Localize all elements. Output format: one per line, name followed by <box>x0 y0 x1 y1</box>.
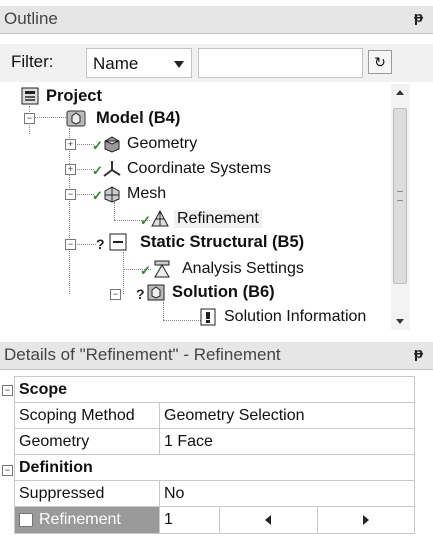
tree-label-geometry: Geometry <box>127 135 198 152</box>
property-value[interactable]: Geometry Selection <box>159 402 415 429</box>
details-grid: Scope Scoping Method Geometry Selection … <box>14 376 415 534</box>
pin-icon[interactable]: ᵽ <box>414 9 423 26</box>
solution-information-icon <box>200 308 216 326</box>
checkbox[interactable] <box>19 512 33 527</box>
expand-icon[interactable]: + <box>65 164 76 175</box>
details-header: Details of "Refinement" - Refinement ᵽ <box>0 342 433 370</box>
collapse-icon[interactable]: − <box>2 465 13 476</box>
collapse-icon[interactable]: − <box>65 239 76 250</box>
tree-label-solution-information: Solution Information <box>224 308 367 325</box>
tree-label-solution: Solution (B6) <box>172 283 275 301</box>
project-icon <box>21 87 39 105</box>
section-definition[interactable]: Definition <box>14 454 415 481</box>
pin-icon[interactable]: ᵽ <box>414 345 423 362</box>
scroll-up-icon[interactable] <box>396 90 404 95</box>
outline-title: Outline <box>4 9 58 28</box>
arrow-right-icon <box>362 515 369 525</box>
tree-label-model: Model (B4) <box>96 109 181 127</box>
expand-icon[interactable]: + <box>65 139 76 150</box>
property-value[interactable]: 1 Face <box>159 428 415 455</box>
property-label: Refinement <box>39 511 121 528</box>
collapse-icon[interactable]: − <box>2 385 13 396</box>
increment-button[interactable] <box>318 507 415 533</box>
filter-label: Filter: <box>11 52 54 71</box>
property-value[interactable]: 1 <box>159 506 220 534</box>
outline-tree: Project − Model (B4) + ✓ Geometry + ✓ Co… <box>0 84 390 330</box>
tree-label-project: Project <box>46 87 102 105</box>
outline-panel: Outline ᵽ Filter: Name ↻ Project − Model… <box>0 0 433 340</box>
coordinate-systems-icon <box>103 161 121 177</box>
tree-label-analysis-settings: Analysis Settings <box>182 260 304 277</box>
tree-label-refinement: Refinement <box>174 210 262 228</box>
section-label: Scope <box>14 376 415 403</box>
check-icon: ✓ <box>140 263 151 278</box>
details-panel: Details of "Refinement" - Refinement ᵽ −… <box>0 340 433 554</box>
tree-label-coordinate-systems: Coordinate Systems <box>127 160 272 177</box>
table-row[interactable]: Scoping Method Geometry Selection <box>14 402 415 429</box>
question-icon: ? <box>136 286 145 302</box>
scrollbar-thumb[interactable] <box>393 108 407 284</box>
model-icon <box>66 110 86 127</box>
collapse-icon[interactable]: − <box>110 289 121 300</box>
table-row[interactable]: Refinement 1 <box>14 506 415 534</box>
outline-scrollbar[interactable] <box>391 84 410 330</box>
filter-bar: Filter: Name ↻ <box>0 44 433 82</box>
section-scope[interactable]: Scope <box>14 376 415 403</box>
filter-select[interactable]: Name <box>86 48 192 78</box>
details-title: Details of "Refinement" - Refinement <box>4 345 281 364</box>
spinner-cell <box>219 506 415 534</box>
property-label-cell[interactable]: Refinement <box>14 506 160 534</box>
scroll-down-icon[interactable] <box>396 319 404 324</box>
section-label: Definition <box>14 454 415 481</box>
collapse-icon[interactable]: − <box>65 189 76 200</box>
refresh-filter-icon[interactable]: ↻ <box>368 50 392 74</box>
chevron-down-icon <box>174 61 184 68</box>
filter-input[interactable] <box>198 48 363 78</box>
refinement-icon <box>151 209 169 227</box>
table-row[interactable]: Suppressed No <box>14 480 415 507</box>
analysis-settings-icon <box>154 260 170 278</box>
question-icon: ? <box>96 236 105 252</box>
decrement-button[interactable] <box>220 507 318 533</box>
filter-select-value: Name <box>93 54 139 73</box>
static-structural-icon <box>109 233 127 251</box>
outline-header: Outline ᵽ <box>0 6 433 34</box>
collapse-icon[interactable]: − <box>24 113 35 124</box>
property-label: Suppressed <box>14 480 160 507</box>
tree-label-mesh: Mesh <box>127 185 167 202</box>
solution-icon <box>147 284 165 301</box>
mesh-icon <box>104 186 120 203</box>
property-label: Geometry <box>14 428 160 455</box>
property-label: Scoping Method <box>14 402 160 429</box>
table-row[interactable]: Geometry 1 Face <box>14 428 415 455</box>
property-value[interactable]: No <box>159 480 415 507</box>
geometry-icon <box>104 136 120 153</box>
arrow-left-icon <box>265 515 272 525</box>
tree-label-static-structural: Static Structural (B5) <box>140 233 305 251</box>
